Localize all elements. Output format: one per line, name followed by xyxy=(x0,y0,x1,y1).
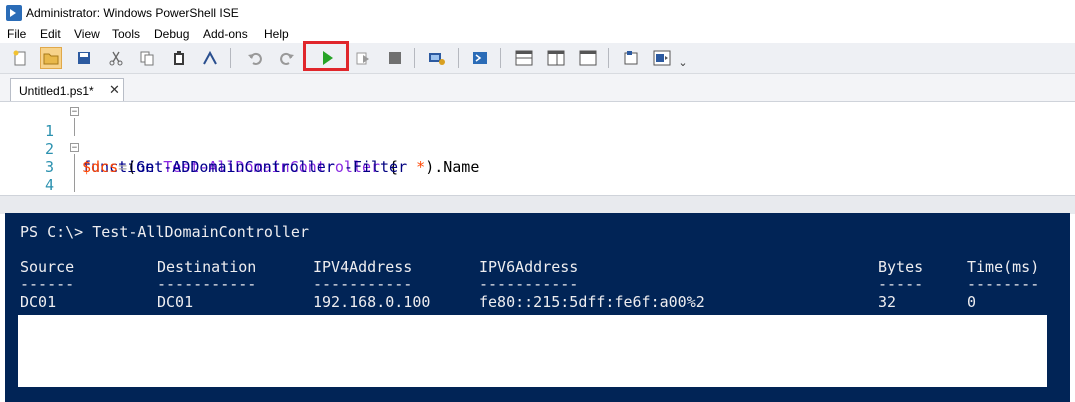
undo-icon[interactable] xyxy=(244,47,266,69)
column-header-ipv4: IPV4Address xyxy=(313,258,413,276)
clear-console-icon[interactable] xyxy=(199,47,221,69)
toolbar: ⌄ xyxy=(0,43,1075,74)
code-token: $dcs xyxy=(82,158,119,176)
copy-icon[interactable] xyxy=(136,47,158,69)
fold-collapse-icon[interactable]: − xyxy=(70,107,79,117)
code-token: = xyxy=(118,158,128,176)
code-token: * xyxy=(416,158,426,176)
menu-tools[interactable]: Tools xyxy=(112,27,140,41)
open-icon[interactable] xyxy=(40,47,62,69)
menu-help[interactable]: Help xyxy=(264,27,289,41)
cell-destination: DC01 xyxy=(157,293,194,311)
menu-file[interactable]: File xyxy=(7,27,26,41)
column-dashes: ------ xyxy=(20,275,75,293)
code-token: -Filter xyxy=(343,158,408,176)
toolbar-overflow-icon[interactable]: ⌄ xyxy=(676,51,690,73)
show-script-right-icon[interactable] xyxy=(545,47,567,69)
script-editor[interactable]: 1 − function Test-AllDomainController { … xyxy=(0,102,1075,230)
code-line-3: 3 − foreach ($items in $dcs) { xyxy=(0,140,317,212)
column-header-destination: Destination xyxy=(157,258,257,276)
code-line-2: 2 $dcs=(Get-ADDomainController -Filter *… xyxy=(0,122,479,176)
menu-bar: File Edit View Tools Debug Add-ons Help xyxy=(0,26,1075,43)
show-script-top-icon[interactable] xyxy=(513,47,535,69)
pane-splitter[interactable] xyxy=(0,195,1075,214)
column-dashes: -------- xyxy=(967,275,1040,293)
menu-edit[interactable]: Edit xyxy=(40,27,61,41)
code-text: $dcs=(Get-ADDomainController -Filter *).… xyxy=(82,158,479,176)
cell-bytes: 32 xyxy=(878,293,897,311)
menu-view[interactable]: View xyxy=(74,27,100,41)
column-dashes: ----------- xyxy=(313,275,413,293)
close-icon[interactable]: ✕ xyxy=(109,82,120,98)
save-icon[interactable] xyxy=(73,47,95,69)
paste-icon[interactable] xyxy=(168,47,190,69)
cut-icon[interactable] xyxy=(105,47,127,69)
cell-source: DC01 xyxy=(20,293,57,311)
new-icon[interactable] xyxy=(9,47,31,69)
start-powershell-icon[interactable] xyxy=(469,47,491,69)
new-remote-tab-icon[interactable] xyxy=(426,47,448,69)
code-line-4: 4 Test-Connection $items -Count 1} xyxy=(0,158,371,212)
code-line-1: 1 − function Test-AllDomainController { xyxy=(0,104,398,176)
console-pane[interactable]: PS C:\> Test-AllDomainController Source … xyxy=(5,213,1070,402)
tab-label: Untitled1.ps1* xyxy=(19,84,94,98)
console-prompt: PS C:\> Test-AllDomainController xyxy=(20,223,309,241)
code-line-5: 5 } xyxy=(0,176,91,230)
stop-icon[interactable] xyxy=(384,47,406,69)
cell-ipv6: fe80::215:5dff:fe6f:a00%2 xyxy=(479,293,705,311)
show-commands-icon[interactable] xyxy=(620,47,642,69)
column-header-bytes: Bytes xyxy=(878,258,924,276)
column-header-time: Time(ms) xyxy=(967,258,1040,276)
cell-time: 0 xyxy=(967,293,977,311)
window-title: Administrator: Windows PowerShell ISE xyxy=(26,6,239,20)
fold-collapse-icon[interactable]: − xyxy=(70,143,79,153)
powershell-app-icon xyxy=(6,5,22,21)
column-header-source: Source xyxy=(20,258,75,276)
menu-addons[interactable]: Add-ons xyxy=(203,27,248,41)
redo-icon[interactable] xyxy=(276,47,298,69)
column-dashes: ----------- xyxy=(157,275,257,293)
console-selection-area xyxy=(18,315,1047,387)
column-dashes: ----- xyxy=(878,275,924,293)
tab-untitled1[interactable]: Untitled1.ps1* ✕ xyxy=(10,78,124,101)
code-token: ( xyxy=(127,158,137,176)
column-header-ipv6: IPV6Address xyxy=(479,258,579,276)
run-button-highlight xyxy=(303,41,349,71)
show-script-maximized-icon[interactable] xyxy=(577,47,599,69)
cell-ipv4: 192.168.0.100 xyxy=(313,293,431,311)
menu-debug[interactable]: Debug xyxy=(154,27,189,41)
title-bar: Administrator: Windows PowerShell ISE xyxy=(0,0,1075,26)
run-selection-icon[interactable] xyxy=(352,47,374,69)
code-token: Get-ADDomainController xyxy=(136,158,335,176)
show-addon-icon[interactable] xyxy=(651,47,673,69)
tab-bar: Untitled1.ps1* ✕ xyxy=(0,74,1075,102)
column-dashes: ----------- xyxy=(479,275,579,293)
code-token: ).Name xyxy=(425,158,480,176)
